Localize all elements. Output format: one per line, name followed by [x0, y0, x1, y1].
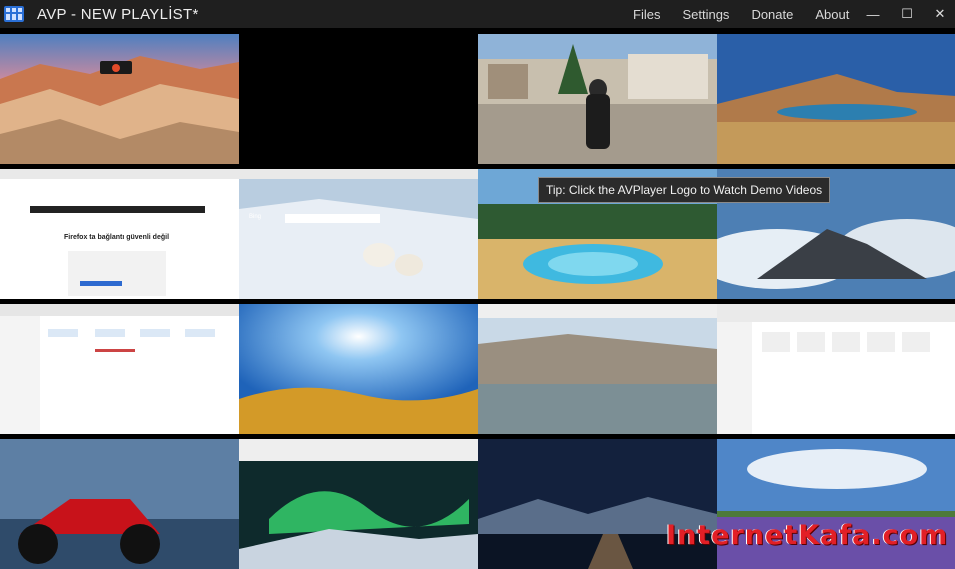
video-tile-control-panel[interactable]	[717, 304, 955, 434]
close-button[interactable]: ✕	[923, 0, 955, 28]
menu-about[interactable]: About	[804, 7, 860, 22]
record-icon	[112, 63, 120, 72]
tip-tooltip: Tip: Click the AVPlayer Logo to Watch De…	[538, 177, 831, 203]
video-tile-sun-wave[interactable]	[239, 304, 478, 434]
record-button[interactable]	[100, 61, 132, 74]
window-title: AVP - NEW PLAYLİST*	[37, 5, 199, 23]
video-tile-empty[interactable]	[239, 34, 478, 164]
video-tile-town-square[interactable]	[478, 34, 717, 164]
video-tile-lagoon[interactable]	[717, 34, 955, 164]
menu-donate[interactable]: Donate	[740, 7, 804, 22]
avplayer-logo-icon[interactable]	[3, 3, 25, 25]
video-tile-bing-bears[interactable]: Bing	[239, 169, 478, 299]
maximize-button[interactable]: ☐	[890, 0, 924, 28]
bing-logo: Bing	[249, 214, 262, 220]
video-grid: Firefox ta bağlantı güvenli değil Bing	[0, 28, 955, 569]
menu-files[interactable]: Files	[622, 7, 671, 22]
minimize-button[interactable]: —	[856, 0, 890, 28]
top-menu: Files Settings Donate About	[622, 0, 860, 28]
firefox-heading: Firefox ta bağlantı güvenli değil	[64, 234, 170, 241]
video-tile-motorcycle[interactable]	[0, 439, 239, 569]
menu-settings[interactable]: Settings	[671, 7, 740, 22]
video-tile-file-explorer[interactable]	[0, 304, 239, 434]
video-tile-waterfall[interactable]	[478, 304, 717, 434]
watermark-text: InternetKafa.com	[666, 520, 949, 551]
video-tile-aurora[interactable]	[239, 439, 478, 569]
video-tile-desert-canyon[interactable]	[0, 34, 239, 164]
title-bar: AVP - NEW PLAYLİST* Files Settings Donat…	[0, 0, 955, 28]
video-tile-firefox[interactable]: Firefox ta bağlantı güvenli değil	[0, 169, 239, 299]
